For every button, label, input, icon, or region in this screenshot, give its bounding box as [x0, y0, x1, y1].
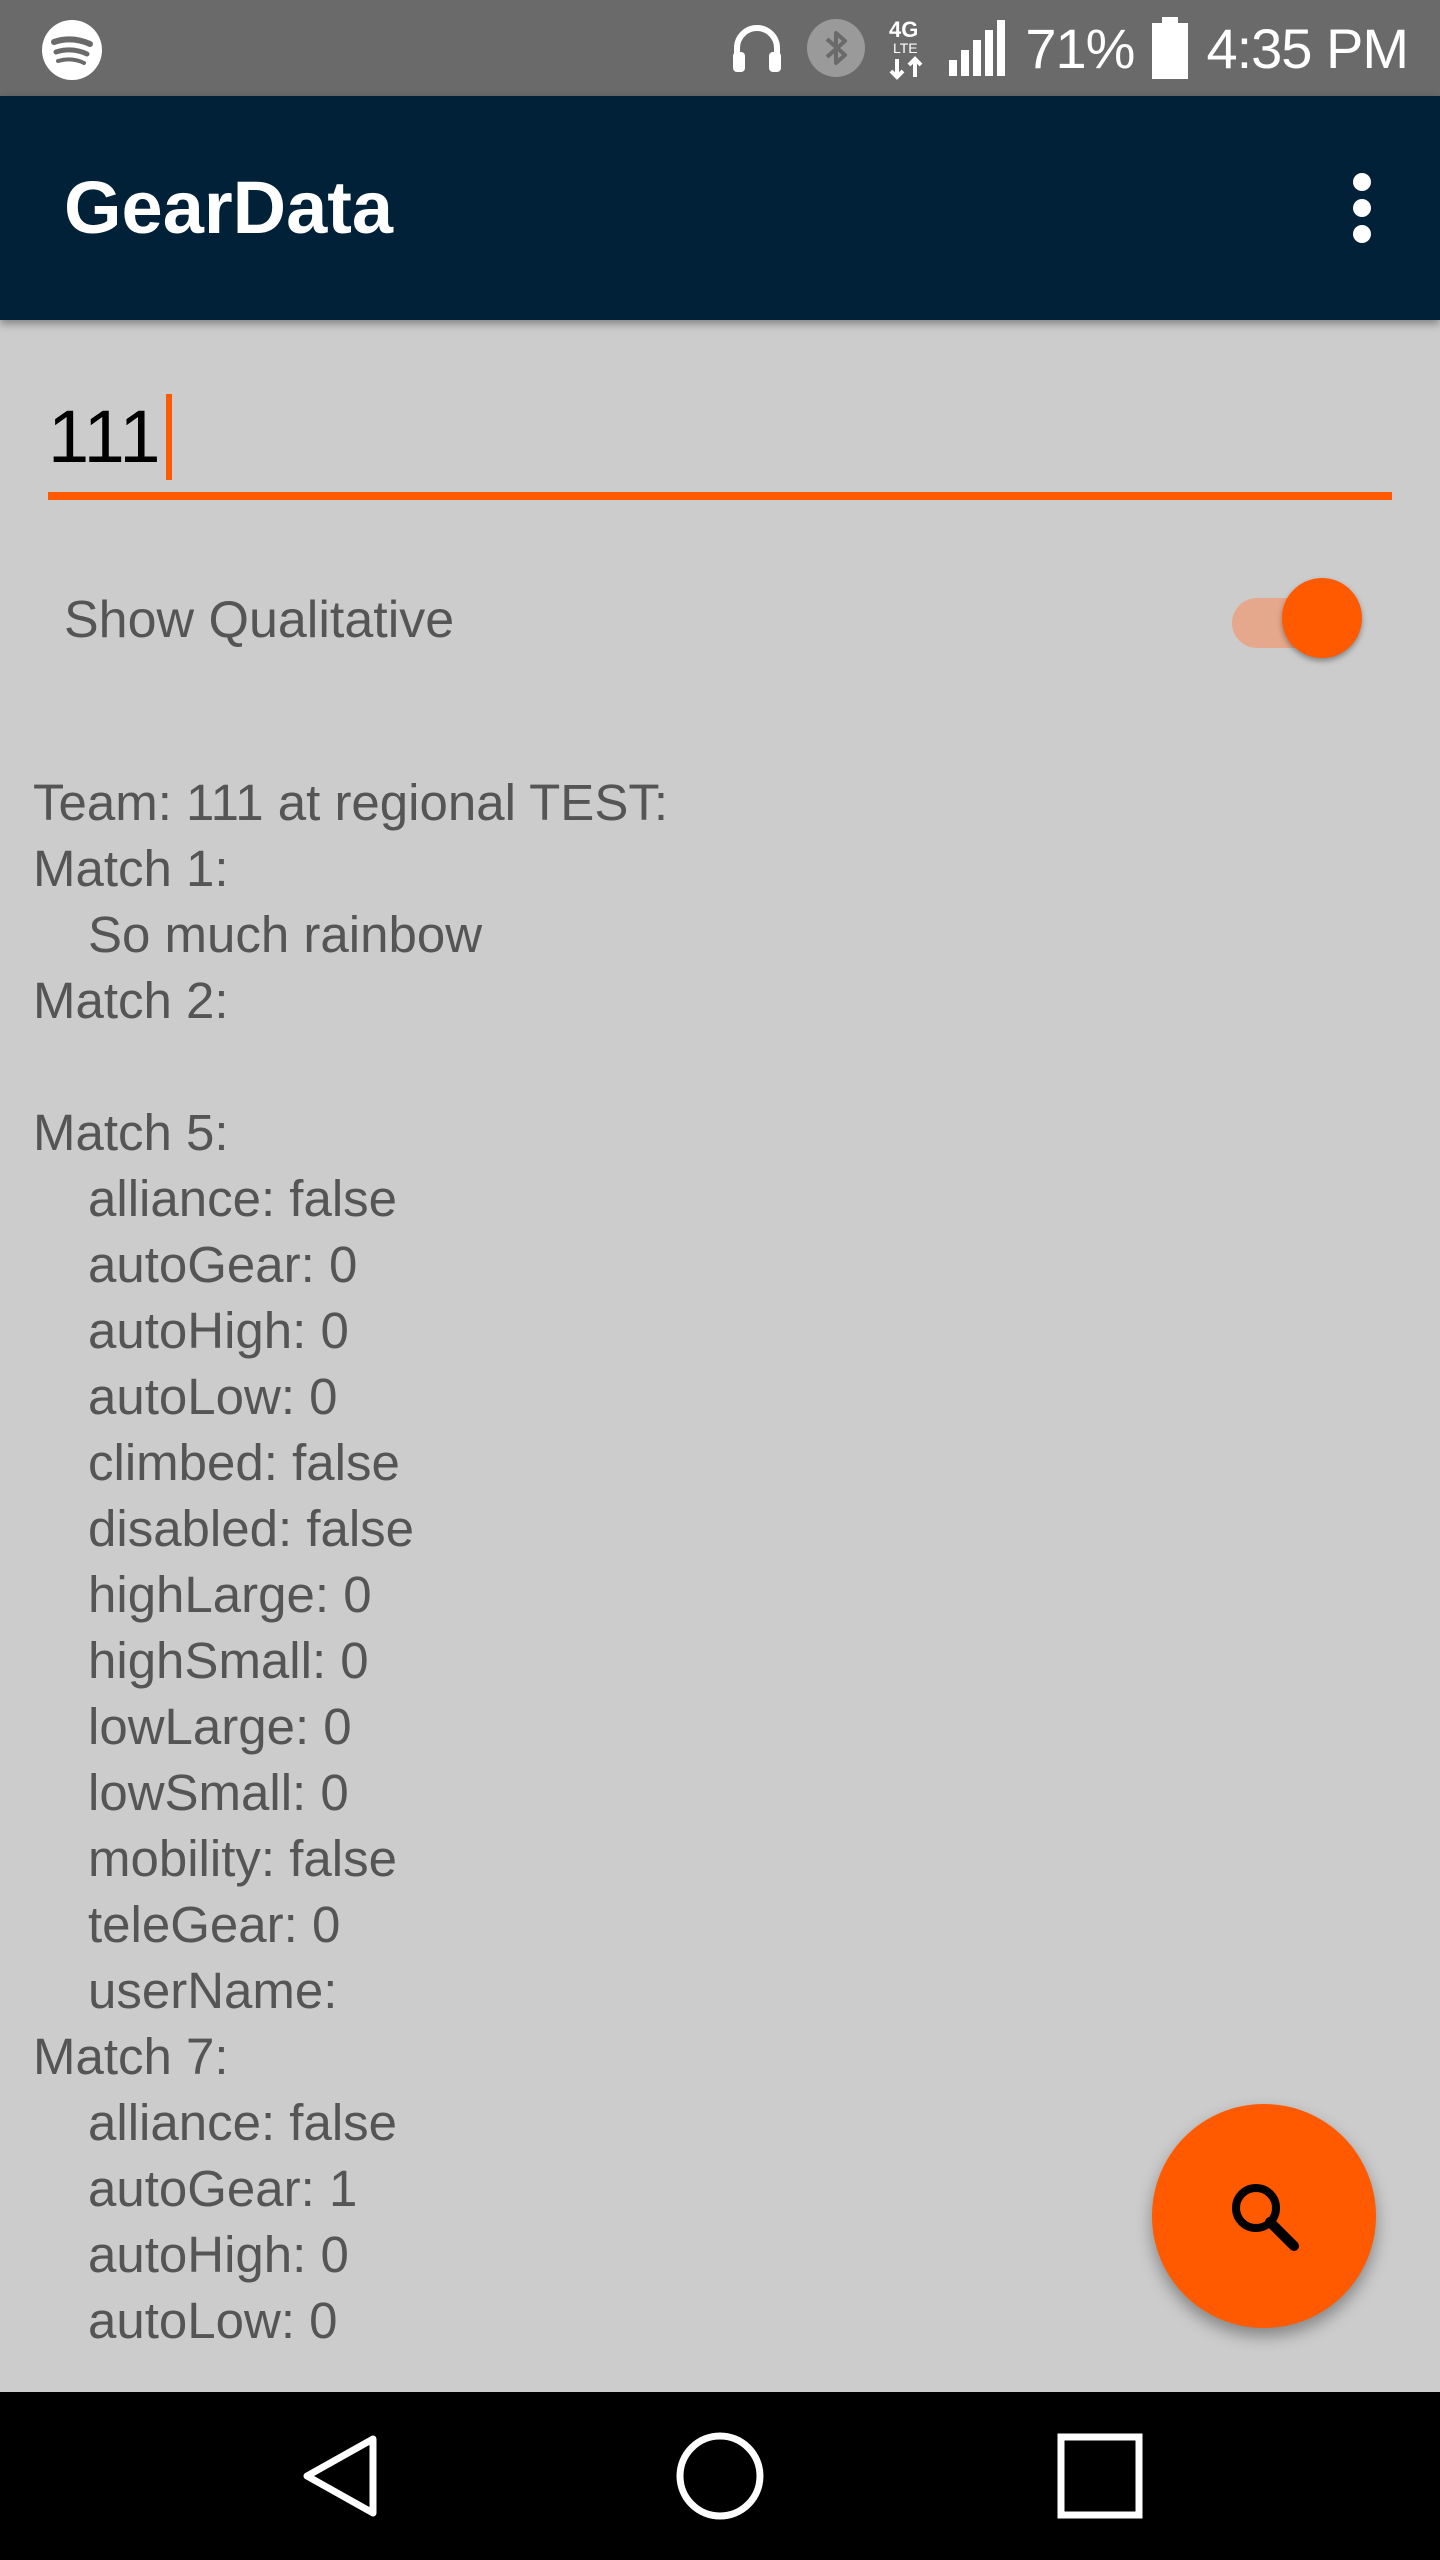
result-detail-line: lowSmall: 0 — [88, 1764, 349, 1821]
result-detail-line: autoLow: 0 — [88, 2292, 338, 2349]
back-icon — [303, 2435, 377, 2517]
battery-icon — [1152, 17, 1189, 79]
back-button[interactable] — [260, 2412, 420, 2540]
status-bar: 4G LTE 71% 4:35 PM — [0, 0, 1440, 96]
result-header-line: Match 1: — [33, 840, 229, 897]
network-4g-lte-icon: 4G LTE — [885, 15, 929, 81]
result-detail-line: disabled: false — [88, 1500, 415, 1557]
text-caret — [166, 394, 172, 480]
result-detail-line: userName: — [88, 1962, 338, 2019]
result-header-line: Match 2: — [33, 972, 229, 1029]
result-detail-line: autoGear: 1 — [88, 2160, 358, 2217]
home-button[interactable] — [640, 2412, 800, 2540]
result-detail-line: mobility: false — [88, 1830, 397, 1887]
result-detail-line: autoLow: 0 — [88, 1368, 338, 1425]
result-header-line: Match 7: — [33, 2028, 229, 2085]
result-detail-line: autoGear: 0 — [88, 1236, 358, 1293]
result-detail-line: alliance: false — [88, 2094, 398, 2151]
app-bar: GearData — [0, 96, 1440, 320]
result-header-line: Match 5: — [33, 1104, 229, 1161]
result-detail-line: alliance: false — [88, 1170, 398, 1227]
spotify-icon — [42, 20, 102, 80]
show-qualitative-switch[interactable] — [1230, 576, 1362, 660]
result-detail-line: lowLarge: 0 — [88, 1698, 352, 1755]
result-detail-line: climbed: false — [88, 1434, 400, 1491]
clock: 4:35 PM — [1206, 16, 1409, 80]
svg-text:4G: 4G — [889, 17, 918, 42]
team-number-input[interactable] — [48, 380, 1392, 492]
input-underline — [48, 492, 1392, 500]
result-detail-line: So much rainbow — [88, 906, 483, 963]
result-detail-line: highSmall: 0 — [88, 1632, 369, 1689]
result-header-line: Team: 111 at regional TEST: — [33, 774, 669, 831]
search-fab-button[interactable] — [1152, 2104, 1376, 2328]
navigation-bar — [0, 2392, 1440, 2560]
result-header-line — [33, 1034, 1133, 1100]
screen: 4G LTE 71% 4:35 PM GearData 111 Show Qua… — [0, 0, 1440, 2560]
result-detail-line: teleGear: 0 — [88, 1896, 341, 1953]
svg-text:LTE: LTE — [893, 40, 918, 56]
battery-percent: 71% — [1025, 16, 1135, 80]
show-qualitative-label: Show Qualitative — [64, 591, 455, 649]
app-title: GearData — [64, 166, 394, 249]
search-icon — [1232, 2184, 1299, 2251]
team-number-field — [48, 380, 1392, 504]
result-detail-line: autoHigh: 0 — [88, 2226, 349, 2283]
home-icon — [676, 2432, 764, 2520]
headphones-icon — [727, 18, 787, 78]
more-vert-icon — [1353, 173, 1371, 243]
result-detail-line: autoHigh: 0 — [88, 1302, 349, 1359]
result-detail-line: highLarge: 0 — [88, 1566, 372, 1623]
more-options-button[interactable] — [1314, 160, 1410, 256]
status-icons: 4G LTE 71% 4:35 PM — [727, 0, 1409, 96]
switch-thumb — [1282, 578, 1362, 658]
results-text: Team: 111 at regional TEST: Match 1: So mu… — [33, 770, 1133, 2354]
recents-button[interactable] — [1020, 2412, 1180, 2540]
recents-icon — [1057, 2433, 1143, 2519]
bluetooth-icon — [805, 17, 867, 79]
signal-icon — [947, 18, 1007, 78]
